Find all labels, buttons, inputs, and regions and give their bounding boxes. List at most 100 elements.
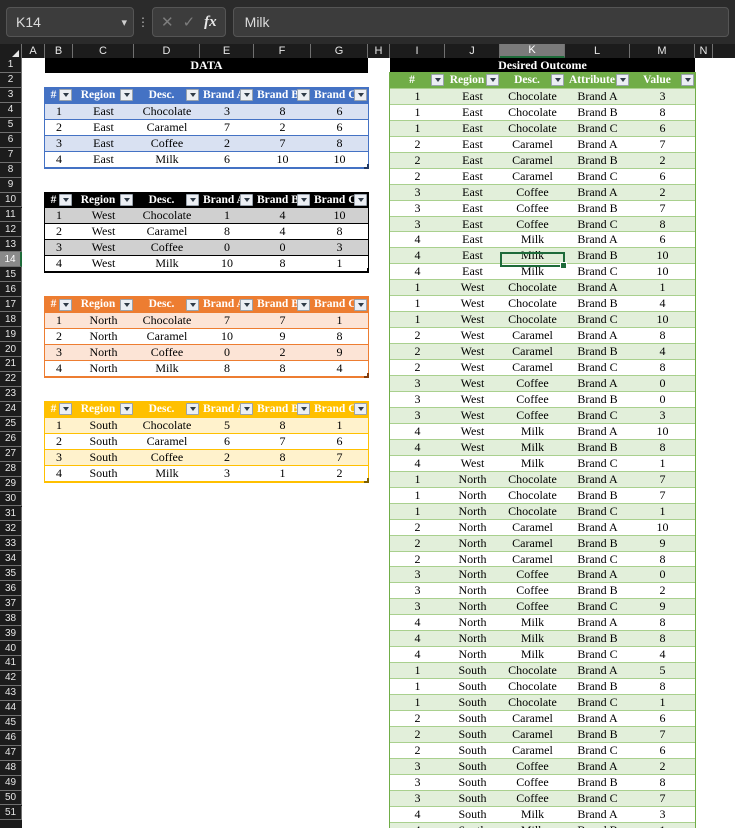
table-cell[interactable]: South — [445, 662, 500, 680]
table-cell[interactable]: 2 — [254, 118, 311, 136]
table-row[interactable]: 1 West Chocolate Brand C 10 — [390, 311, 695, 329]
table-cell[interactable]: Brand A — [565, 710, 630, 727]
table-cell[interactable]: Milk — [500, 805, 565, 823]
table-cell[interactable]: Brand C — [565, 167, 630, 185]
table-cell[interactable]: North — [445, 630, 500, 648]
filter-dropdown-icon[interactable] — [486, 74, 499, 87]
table-cell[interactable]: Brand C — [565, 263, 630, 281]
table-row[interactable]: 3 South Coffee Brand B8 — [390, 773, 695, 791]
table-cell[interactable]: Brand C — [565, 598, 630, 616]
row-header-10[interactable]: 10 — [0, 192, 22, 208]
table-cell[interactable]: Chocolate — [134, 102, 200, 120]
table-cell[interactable]: South — [445, 757, 500, 775]
table-cell[interactable]: Milk — [500, 263, 565, 281]
table-cell[interactable]: West — [445, 359, 500, 377]
table-row[interactable]: 4 South Milk Brand A3 — [390, 805, 695, 823]
table-cell[interactable]: Brand A — [565, 183, 630, 201]
table-cell[interactable]: Chocolate — [500, 279, 565, 297]
row-header-42[interactable]: 42 — [0, 670, 22, 686]
filter-dropdown-icon[interactable] — [59, 403, 72, 416]
table-cell[interactable]: Brand A — [565, 87, 630, 105]
row-header-39[interactable]: 39 — [0, 626, 22, 642]
table-cell[interactable]: 8 — [200, 359, 254, 377]
table-cell[interactable]: 4 — [390, 614, 445, 632]
filter-dropdown-icon[interactable] — [59, 298, 72, 311]
column-header-m[interactable]: M — [630, 44, 695, 58]
table-cell[interactable]: North — [445, 614, 500, 632]
row-header-28[interactable]: 28 — [0, 461, 22, 477]
table-cell[interactable]: South — [445, 789, 500, 807]
table-cell[interactable]: 3 — [390, 789, 445, 807]
table-cell[interactable]: Brand C — [565, 789, 630, 807]
table-row[interactable]: 2 East Caramel Brand C6 — [390, 167, 695, 185]
table-cell[interactable]: South — [73, 448, 134, 466]
table-cell[interactable]: Caramel — [134, 118, 200, 136]
table-cell[interactable]: 4 — [630, 295, 695, 313]
table-cell[interactable]: 2 — [390, 534, 445, 552]
table-row[interactable]: 1 East Chocolate Brand A3 — [390, 87, 695, 105]
column-header-e[interactable]: E — [200, 44, 254, 58]
row-header-44[interactable]: 44 — [0, 700, 22, 716]
table-cell[interactable]: North — [445, 534, 500, 552]
table-cell[interactable]: 2 — [630, 183, 695, 201]
row-header-27[interactable]: 27 — [0, 446, 22, 462]
row-header-31[interactable]: 31 — [0, 506, 22, 522]
table-cell[interactable]: 8 — [630, 103, 695, 121]
table-row[interactable]: 2 North Caramel 10 9 8 — [45, 328, 368, 346]
table-row[interactable]: 1 East Chocolate Brand C6 — [390, 119, 695, 137]
table-cell[interactable]: Chocolate — [500, 678, 565, 696]
filter-dropdown-icon[interactable] — [240, 403, 253, 416]
table-cell[interactable]: 1 — [390, 662, 445, 680]
table-cell[interactable]: 1 — [390, 502, 445, 520]
table-cell[interactable]: South — [445, 694, 500, 712]
table-cell[interactable]: 3 — [311, 239, 368, 257]
row-header-40[interactable]: 40 — [0, 641, 22, 656]
table-row[interactable]: 3 West Coffee Brand C3 — [390, 406, 695, 424]
table-row[interactable]: 4 South Milk 3 1 2 — [45, 464, 368, 482]
table-row[interactable]: 1 West Chocolate 1 4 10 — [45, 207, 368, 225]
table-cell[interactable]: West — [445, 390, 500, 408]
table-cell[interactable]: East — [445, 183, 500, 201]
table-cell[interactable]: 1 — [311, 416, 368, 434]
filter-dropdown-icon[interactable] — [431, 74, 444, 87]
table-cell[interactable]: Coffee — [500, 582, 565, 600]
table-cell[interactable]: 3 — [390, 582, 445, 600]
table-cell[interactable]: 4 — [630, 343, 695, 361]
filter-dropdown-icon[interactable] — [186, 89, 199, 102]
table-cell[interactable]: 2 — [390, 359, 445, 377]
table-cell[interactable]: Brand B — [565, 726, 630, 743]
table-row[interactable]: 2 North Caramel Brand A 10 — [390, 518, 695, 536]
table-row[interactable]: 2 South Caramel Brand C6 — [390, 741, 695, 759]
table-row[interactable]: 2 South Caramel 6 7 6 — [45, 432, 368, 450]
table-cell[interactable]: Milk — [500, 231, 565, 249]
table-cell[interactable]: 1 — [390, 311, 445, 329]
table-cell[interactable]: Caramel — [134, 223, 200, 241]
table-cell[interactable]: 1 — [630, 694, 695, 712]
table-cell[interactable]: 8 — [630, 359, 695, 377]
row-header-12[interactable]: 12 — [0, 222, 22, 238]
table-cell[interactable]: 4 — [630, 646, 695, 664]
select-all-corner[interactable] — [0, 44, 22, 58]
table-cell[interactable]: 4 — [45, 255, 73, 273]
table-cell[interactable]: Brand C — [565, 359, 630, 377]
table-cell[interactable]: 3 — [630, 805, 695, 823]
table-cell[interactable]: 3 — [390, 199, 445, 217]
table-cell[interactable]: 6 — [630, 741, 695, 759]
table-cell[interactable]: Coffee — [500, 199, 565, 217]
table-cell[interactable]: 1 — [390, 295, 445, 313]
table-cell[interactable]: Brand B — [565, 343, 630, 361]
table-cell[interactable]: East — [445, 199, 500, 217]
table-cell[interactable]: Chocolate — [134, 416, 200, 434]
table-cell[interactable]: Chocolate — [500, 311, 565, 329]
table-cell[interactable]: Brand A — [565, 757, 630, 775]
table-row[interactable]: 4 East Milk 6 10 10 — [45, 150, 368, 168]
insert-function-icon[interactable]: fx — [204, 14, 217, 31]
cancel-icon[interactable]: ✕ — [161, 15, 174, 30]
table-cell[interactable]: 4 — [390, 263, 445, 281]
table-cell[interactable]: 0 — [254, 239, 311, 257]
table-cell[interactable]: North — [445, 582, 500, 600]
table-cell[interactable]: 10 — [200, 255, 254, 273]
table-cell[interactable]: 1 — [390, 694, 445, 712]
table-cell[interactable]: Brand A — [565, 566, 630, 584]
table-cell[interactable]: 1 — [311, 255, 368, 273]
